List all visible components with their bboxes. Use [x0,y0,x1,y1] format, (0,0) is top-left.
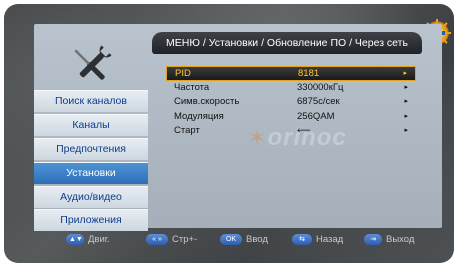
sidebar-item-applications[interactable]: Приложения [34,209,148,232]
setting-label: Старт [174,125,200,136]
setting-label: Модуляция [174,110,224,122]
star-icon: ✶ [248,125,268,150]
setting-row-modulation[interactable]: Модуляция 256QAM ▸ [166,110,416,125]
back-key-icon: ⇆ [292,234,312,245]
setting-row-symbol-rate[interactable]: Симв.скорость 6875с/сек ▸ [166,95,416,110]
hint-move: ▲▼ Двиг. [66,234,110,245]
ok-key-icon: OK [220,234,242,245]
hint-page: « » Стр+- [146,234,197,245]
hint-back: ⇆ Назад [292,234,343,245]
sidebar-item-preferences[interactable]: Предпочтения [34,137,148,160]
hint-enter: OK Ввод [220,234,268,245]
chevron-right-icon: ▸ [404,98,408,105]
setting-label: Частота [174,81,210,93]
chevron-right-icon: ▸ [404,127,408,134]
sidebar-menu: Поиск каналов Каналы Предпочтения Устано… [34,90,148,233]
chevron-right-icon: ▸ [403,70,407,77]
setting-label: PID [175,68,191,79]
chevron-right-icon: ▸ [404,112,408,120]
exit-key-icon: ⇥ [364,234,382,245]
tools-icon [74,45,112,80]
hint-exit: ⇥ Выход [364,234,414,245]
up-down-key-icon: ▲▼ [66,234,84,245]
page-key-icon: « » [146,234,168,245]
brand-watermark: ✶orinoc [248,124,347,151]
setting-value: 256QAM [297,110,335,122]
setting-row-frequency[interactable]: Частота 330000кГц ▸ [166,81,416,96]
setting-label: Симв.скорость [174,96,240,107]
chevron-right-icon: ▸ [404,83,408,91]
sidebar-item-channels[interactable]: Каналы [34,113,148,136]
setting-value: 6875с/сек [297,96,340,107]
sidebar-item-audio-video[interactable]: Аудио/видео [34,185,148,208]
setting-value: 8181 [298,68,320,79]
breadcrumb: МЕНЮ / Установки / Обновление ПО / Через… [152,32,422,54]
sidebar-item-settings[interactable]: Установки [34,161,148,184]
footer-hints: ▲▼ Двиг. « » Стр+- OK Ввод ⇆ Назад ⇥ Вых… [44,232,444,252]
sidebar-item-channel-search[interactable]: Поиск каналов [34,90,148,112]
setting-row-pid[interactable]: PID 8181 ▸ [166,66,416,81]
setting-value: 330000кГц [297,81,344,93]
tv-frame: МЕНЮ / Установки / Обновление ПО / Через… [0,0,458,267]
